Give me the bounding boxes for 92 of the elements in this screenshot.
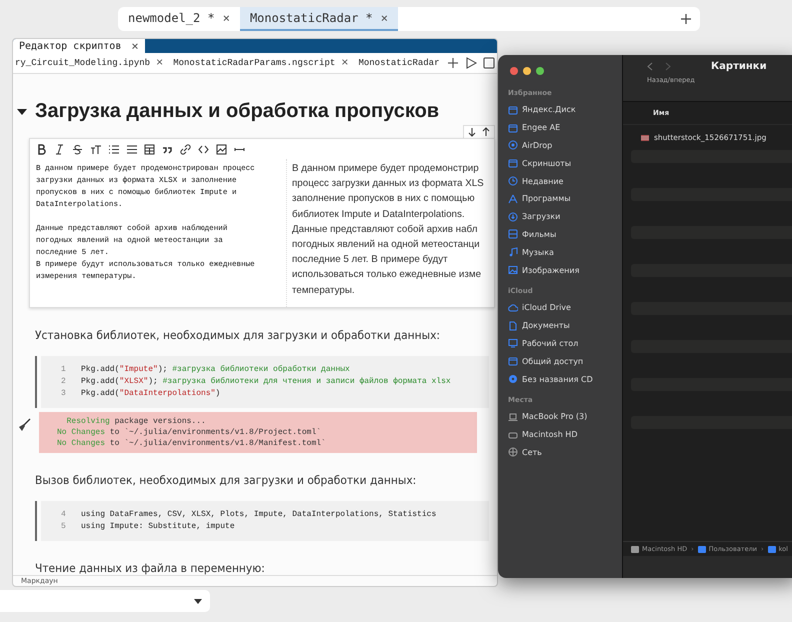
model-tab[interactable]: MonostaticRadar * ×	[240, 7, 398, 31]
table-icon[interactable]	[144, 144, 155, 154]
sidebar-item[interactable]: Фильмы	[504, 226, 616, 244]
folder-icon	[508, 122, 518, 133]
sidebar-item[interactable]: Engee AE	[504, 118, 616, 137]
caret-icon	[194, 598, 202, 604]
plus-icon[interactable]	[680, 13, 692, 25]
globe-icon	[508, 447, 518, 458]
arrow-up-icon[interactable]	[481, 127, 491, 137]
sidebar-item[interactable]: Недавние	[504, 172, 616, 190]
sidebar-item[interactable]: Без названия CD	[504, 370, 616, 388]
bullet-list-icon[interactable]	[108, 144, 119, 154]
file-tab[interactable]: MonostaticRadar	[353, 53, 444, 73]
laptop-icon	[508, 412, 518, 422]
square-icon[interactable]	[482, 56, 496, 70]
text-size-icon[interactable]	[90, 144, 101, 154]
cloud-icon	[508, 302, 518, 313]
preview-text-line: процесс загрузки данных из формата XLS	[292, 177, 484, 192]
sidebar-item[interactable]: iCloud Drive	[504, 298, 616, 317]
sidebar-item[interactable]: Macintosh HD	[504, 426, 616, 444]
sidebar-item[interactable]: AirDrop	[504, 136, 616, 154]
markdown-cell[interactable]	[29, 138, 495, 308]
sidebar-item[interactable]: Общий доступ	[504, 352, 616, 370]
panel-tab[interactable]: Редактор скриптов ×	[13, 39, 145, 53]
sidebar-item[interactable]: Загрузки	[504, 208, 616, 226]
bold-icon[interactable]	[36, 144, 47, 154]
window-title: Картинки	[711, 61, 767, 72]
zoom-icon[interactable]	[536, 67, 544, 75]
desktop-icon	[508, 338, 518, 348]
disc-icon	[508, 374, 518, 384]
music-icon	[508, 247, 518, 258]
preview-text-line: библиотек Impute и DataInterpolations.	[292, 208, 466, 222]
sidebar-item[interactable]: Рабочий стол	[504, 334, 616, 352]
sidebar-item[interactable]: Музыка	[504, 243, 616, 262]
file-tab[interactable]: ry_Circuit_Modeling.ipynb ×	[13, 53, 168, 73]
folder-icon	[508, 104, 518, 115]
download-icon	[508, 212, 518, 222]
strikethrough-icon[interactable]	[72, 144, 83, 154]
sidebar-item[interactable]: Сеть	[504, 444, 616, 462]
code-line: 2 Pkg.add("XLSX"); #загрузка библиотеки для чтения и записи файлов формата xlsx	[61, 376, 452, 388]
link-icon[interactable]	[180, 144, 191, 154]
apps-icon	[508, 194, 518, 204]
doc-icon	[508, 320, 518, 331]
collapse-icon[interactable]	[17, 108, 27, 116]
folder-icon	[768, 546, 776, 552]
section-heading: Загрузка данных и обработка пропусков	[35, 100, 440, 123]
code-icon[interactable]	[198, 144, 209, 154]
code-line: 3 Pkg.add("DataInterpolations")	[61, 388, 222, 400]
sidebar-item[interactable]: Документы	[504, 316, 616, 335]
preview-text-line: погодных явлений на одной метеостанци	[292, 238, 481, 252]
cell-output: Resolving package versions... No Changes to `~/.julia/environments/v1.8/Project.toml` No Changes to `~/.julia/environments/v1.8/Manifest.toml`	[39, 412, 477, 453]
cell-text: Вызов библиотек, необходимых для загрузки и обработки данных:	[35, 473, 418, 487]
clock-icon	[508, 176, 518, 186]
plus-icon[interactable]	[446, 56, 460, 70]
preview-text-line: Данные представляют собой архив набл	[292, 222, 478, 237]
preview-text-line: В данном примере будет продемонстрир	[292, 162, 480, 176]
preview-text-line: заполнение пропусков в них с помощью	[292, 192, 476, 206]
close-icon[interactable]	[510, 67, 518, 75]
image-file-icon	[641, 134, 649, 140]
preview-text-line: температуры.	[292, 284, 356, 298]
code-line: 4 using DataFrames, CSV, XLSX, Plots, Impute, DataInterpolations, Statistics	[61, 509, 438, 521]
folder-icon	[508, 158, 518, 168]
preview-text-line: последние 5 лет. В примере будут	[292, 253, 449, 268]
airdrop-icon	[508, 140, 518, 150]
file-tab[interactable]: MonostaticRadarParams.ngscript ×	[168, 53, 354, 73]
code-line: 5 using Impute: Substitute, impute	[61, 521, 236, 533]
sidebar-item[interactable]: MacBook Pro (3)	[504, 408, 616, 426]
preview-text-line: использоваться только ежедневные изме	[292, 268, 482, 282]
folder-icon	[508, 356, 518, 366]
back-icon[interactable]	[647, 62, 653, 71]
italic-icon[interactable]	[54, 144, 65, 154]
numbered-list-icon[interactable]	[126, 144, 137, 154]
sidebar-item[interactable]: Программы	[504, 190, 616, 208]
code-cell[interactable]: 4 using DataFrames, CSV, XLSX, Plots, Impute, DataInterpolations, Statistics 5 using Impute: Substitute, impute	[41, 501, 489, 541]
sidebar-item[interactable]: Яндекс.Диск	[504, 101, 616, 119]
sidebar-item[interactable]: Скриншоты	[504, 154, 616, 172]
sidebar-item[interactable]: Изображения	[504, 261, 616, 279]
minimize-icon[interactable]	[523, 67, 531, 75]
arrow-down-icon[interactable]	[467, 127, 477, 137]
code-cell[interactable]: 1 Pkg.add("Impute"); #загрузка библиотеки обработки данных 2 Pkg.add("XLSX"); #загрузка библиотеки для чтения и записи файлов формата xlsx 3 Pkg.add("DataInterpolations")	[41, 356, 489, 408]
play-icon[interactable]	[464, 56, 478, 70]
image-icon[interactable]	[216, 144, 227, 154]
image-icon	[508, 265, 518, 276]
folder-icon	[698, 546, 706, 552]
cell-text: Чтение данных из файла в переменную:	[35, 561, 266, 575]
drive-icon	[508, 430, 518, 440]
film-icon	[508, 229, 518, 240]
brush-icon[interactable]	[17, 418, 31, 432]
cell-text: Установка библиотек, необходимых для загрузки и обработки данных:	[35, 328, 442, 342]
drive-icon	[631, 546, 639, 552]
code-line: 1 Pkg.add("Impute"); #загрузка библиотеки обработки данных	[61, 364, 351, 376]
model-tab[interactable]: newmodel_2 * ×	[118, 7, 240, 31]
